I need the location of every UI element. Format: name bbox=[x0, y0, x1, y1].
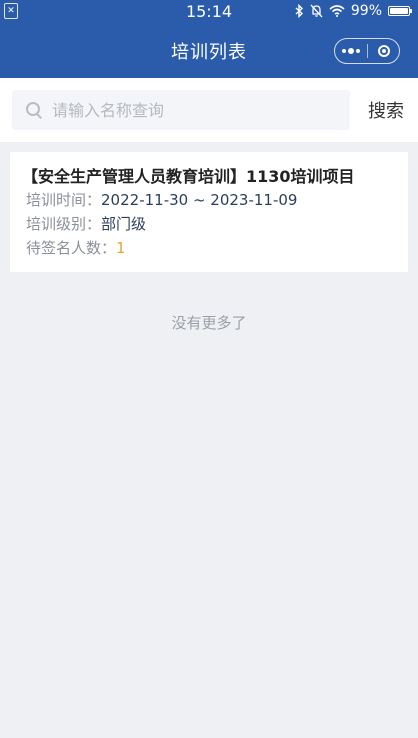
mute-icon bbox=[310, 4, 323, 18]
item-time-row: 培训时间：2022-11-30 ~ 2023-11-09 bbox=[26, 188, 392, 212]
mini-program-capsule bbox=[334, 38, 400, 64]
list-item[interactable]: 【安全生产管理人员教育培训】1130培训项目 培训时间：2022-11-30 ~… bbox=[10, 152, 408, 272]
status-bar: ✕ 15:14 99% bbox=[0, 0, 418, 24]
item-time-label: 培训时间： bbox=[26, 191, 102, 209]
battery-fill bbox=[390, 8, 408, 14]
search-box[interactable] bbox=[12, 89, 350, 131]
search-icon bbox=[26, 102, 42, 118]
item-title: 【安全生产管理人员教育培训】1130培训项目 bbox=[22, 167, 355, 186]
item-level-label: 培训级别： bbox=[26, 215, 102, 233]
item-level-row: 培训级别：部门级 bbox=[26, 212, 392, 236]
search-button[interactable]: 搜索 bbox=[368, 97, 404, 123]
item-pending-value: 1 bbox=[116, 239, 126, 257]
item-pending-label: 待签名人数： bbox=[26, 239, 117, 257]
list-end-text: 没有更多了 bbox=[171, 314, 247, 332]
dot-icon bbox=[356, 49, 360, 53]
battery-percent: 99% bbox=[350, 3, 382, 19]
status-icons: 99% bbox=[295, 3, 412, 19]
more-button[interactable] bbox=[335, 39, 367, 63]
bluetooth-icon bbox=[295, 4, 303, 18]
search-bar: 搜索 bbox=[0, 78, 418, 142]
search-input[interactable] bbox=[50, 89, 350, 131]
close-circle-icon bbox=[377, 45, 390, 57]
header: ✕ 15:14 99% 培训列表 bbox=[0, 0, 418, 78]
item-pending-row: 待签名人数：1 bbox=[26, 236, 392, 260]
dot-icon bbox=[342, 49, 346, 53]
dot-icon bbox=[348, 48, 354, 54]
item-level-value: 部门级 bbox=[101, 215, 147, 233]
close-button[interactable] bbox=[368, 39, 399, 63]
item-time-value: 2022-11-30 ~ 2023-11-09 bbox=[101, 191, 298, 209]
wifi-icon bbox=[329, 5, 345, 17]
battery-icon bbox=[388, 6, 412, 16]
